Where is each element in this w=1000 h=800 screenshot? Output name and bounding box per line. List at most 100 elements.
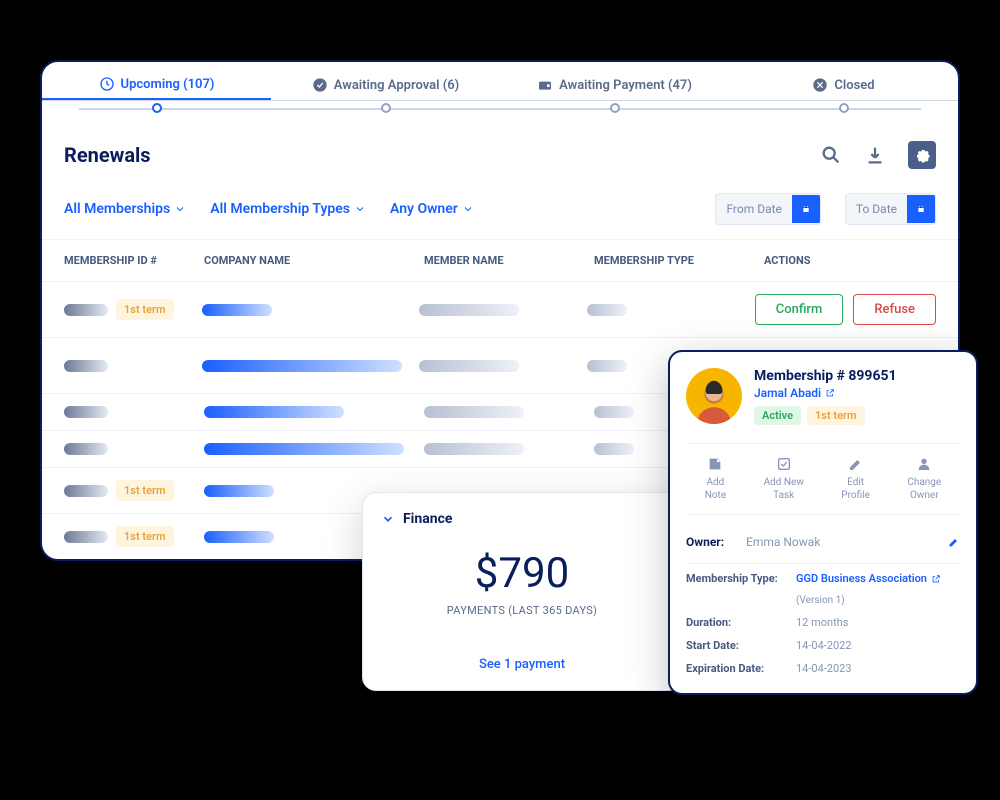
skeleton <box>204 485 274 497</box>
skeleton <box>424 443 524 455</box>
chevron-down-icon <box>354 203 366 215</box>
skeleton <box>64 304 108 316</box>
header: Renewals <box>42 115 958 183</box>
table-header: MEMBERSHIP ID # COMPANY NAME MEMBER NAME… <box>42 240 958 281</box>
settings-button[interactable] <box>908 141 936 169</box>
duration-value: 12 months <box>796 616 848 629</box>
col-actions: ACTIONS <box>744 254 936 267</box>
skeleton <box>419 360 519 372</box>
avatar <box>686 368 742 424</box>
add-task-label: Add New Task <box>764 477 804 501</box>
change-owner-label: Change Owner <box>907 477 941 501</box>
skeleton <box>64 485 108 497</box>
col-id: MEMBERSHIP ID # <box>64 254 204 267</box>
gear-icon <box>912 145 932 165</box>
finance-card: Finance $790 PAYMENTS (LAST 365 DAYS) Se… <box>362 492 682 691</box>
finance-link[interactable]: See 1 payment <box>381 657 663 672</box>
membership-type-version: (Version 1) <box>796 595 845 606</box>
tab-upcoming[interactable]: Upcoming (107) <box>42 62 271 100</box>
rail-dot <box>610 103 620 113</box>
skeleton <box>587 304 627 316</box>
change-owner-button[interactable]: Change Owner <box>907 456 941 502</box>
skeleton <box>202 360 402 372</box>
skeleton <box>587 360 627 372</box>
refuse-button[interactable]: Refuse <box>853 294 936 325</box>
col-type: MEMBERSHIP TYPE <box>594 254 744 267</box>
rail-dot <box>839 103 849 113</box>
term-badge: 1st term <box>807 406 865 425</box>
add-task-button[interactable]: Add New Task <box>764 456 804 502</box>
pencil-icon <box>848 456 864 472</box>
finance-header[interactable]: Finance <box>381 511 663 527</box>
skeleton <box>419 304 519 316</box>
tab-awaiting-approval[interactable]: Awaiting Approval (6) <box>271 62 500 100</box>
membership-title: Membership # 899651 <box>754 368 897 384</box>
edit-owner-icon[interactable] <box>948 536 960 548</box>
table-row[interactable]: 1st term Confirm Refuse <box>42 281 958 337</box>
tab-progress-rail <box>42 101 958 115</box>
add-note-button[interactable]: Add Note <box>705 456 726 502</box>
col-member: MEMBER NAME <box>424 254 594 267</box>
skeleton <box>64 406 108 418</box>
to-date-field[interactable]: To Date <box>845 193 936 225</box>
skeleton <box>64 531 108 543</box>
from-date-placeholder: From Date <box>716 194 791 224</box>
user-icon <box>916 456 932 472</box>
tab-awaiting-approval-label: Awaiting Approval (6) <box>334 78 459 93</box>
calendar-icon <box>792 195 820 223</box>
renewals-panel: Upcoming (107) Awaiting Approval (6) Awa… <box>40 60 960 561</box>
chevron-down-icon <box>462 203 474 215</box>
member-name: Jamal Abadi <box>754 386 821 400</box>
membership-type-link[interactable]: GGD Business Association <box>796 572 941 585</box>
detail-label: Start Date: <box>686 639 796 652</box>
search-icon[interactable] <box>820 144 842 166</box>
close-circle-icon <box>812 77 828 93</box>
rail-dot <box>381 103 391 113</box>
to-date-placeholder: To Date <box>846 194 907 224</box>
detail-label: Expiration Date: <box>686 662 796 675</box>
check-circle-icon <box>312 77 328 93</box>
tab-closed[interactable]: Closed <box>729 62 958 100</box>
term-badge: 1st term <box>116 299 174 320</box>
membership-type-value: GGD Business Association <box>796 572 927 585</box>
tab-upcoming-label: Upcoming (107) <box>121 77 215 92</box>
owner-label: Owner: <box>686 535 746 549</box>
chevron-down-icon <box>174 203 186 215</box>
filter-types[interactable]: All Membership Types <box>210 201 366 217</box>
chevron-down-icon <box>381 512 395 526</box>
expiration-date-value: 14-04-2023 <box>796 662 852 675</box>
finance-amount: $790 <box>381 549 663 598</box>
side-action-bar: Add Note Add New Task Edit Profile Chang… <box>686 443 960 515</box>
edit-profile-button[interactable]: Edit Profile <box>841 456 870 502</box>
skeleton <box>424 406 524 418</box>
skeleton <box>204 531 274 543</box>
from-date-field[interactable]: From Date <box>715 193 820 225</box>
detail-label: Duration: <box>686 616 796 629</box>
owner-value: Emma Nowak <box>746 535 948 549</box>
col-company: COMPANY NAME <box>204 254 424 267</box>
filter-memberships[interactable]: All Memberships <box>64 201 186 217</box>
filter-owner[interactable]: Any Owner <box>390 201 474 217</box>
tab-awaiting-payment-label: Awaiting Payment (47) <box>559 78 692 93</box>
note-icon <box>707 456 723 472</box>
clock-icon <box>99 76 115 92</box>
task-icon <box>776 456 792 472</box>
confirm-button[interactable]: Confirm <box>755 294 844 325</box>
external-link-icon <box>825 388 835 398</box>
wallet-icon <box>537 77 553 93</box>
skeleton <box>594 406 634 418</box>
download-icon[interactable] <box>864 144 886 166</box>
filter-bar: All Memberships All Membership Types Any… <box>42 183 958 240</box>
finance-title: Finance <box>403 511 452 527</box>
status-badge: Active <box>754 406 801 425</box>
skeleton <box>594 443 634 455</box>
filter-owner-label: Any Owner <box>390 201 458 217</box>
finance-subtitle: PAYMENTS (LAST 365 DAYS) <box>381 604 663 617</box>
owner-row: Owner: Emma Nowak <box>686 527 960 564</box>
term-badge: 1st term <box>116 526 174 547</box>
member-link[interactable]: Jamal Abadi <box>754 386 897 400</box>
tab-awaiting-payment[interactable]: Awaiting Payment (47) <box>500 62 729 100</box>
start-date-value: 14-04-2022 <box>796 639 852 652</box>
skeleton <box>204 443 404 455</box>
tab-closed-label: Closed <box>834 78 874 93</box>
